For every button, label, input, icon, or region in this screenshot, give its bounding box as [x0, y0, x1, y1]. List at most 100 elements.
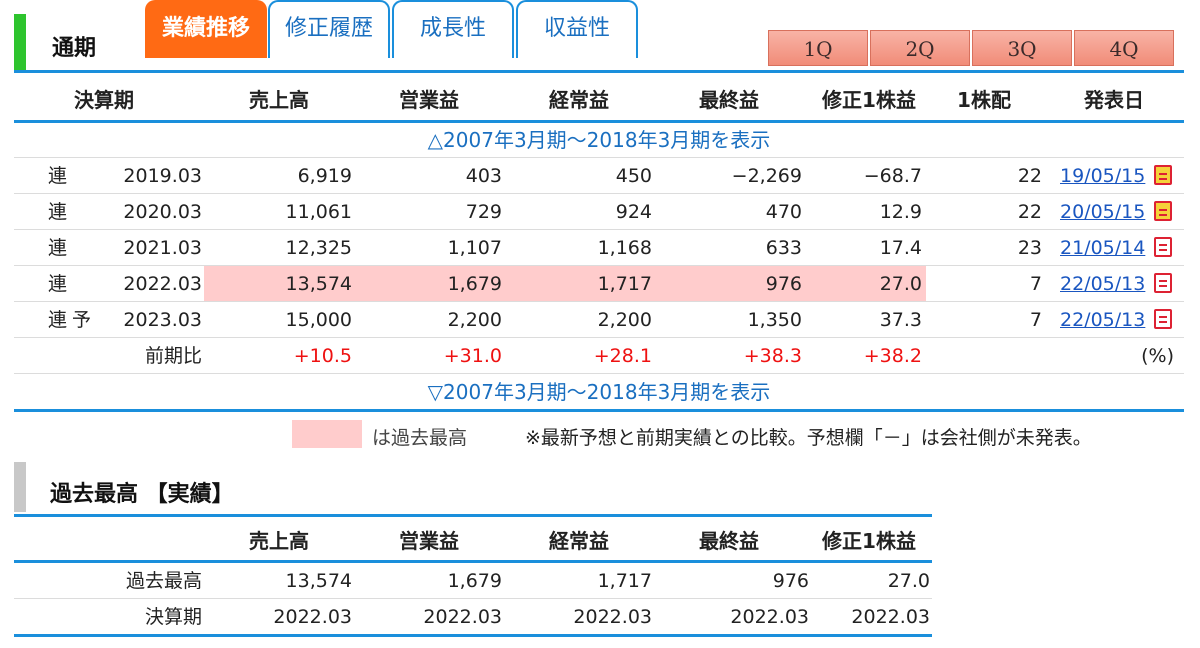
header-period: 決算期	[74, 88, 134, 112]
header-announce-date: 発表日	[1084, 88, 1144, 112]
record-top-line	[14, 514, 932, 517]
operating-profit-cell: 1,679	[447, 273, 502, 295]
consolidated-mark: 連	[48, 165, 68, 187]
expand-history-toggle-top[interactable]: △2007年3月期～2018年3月期を表示	[14, 122, 1184, 158]
record-row-label: 過去最高	[125, 570, 202, 592]
record-header-ordinary-profit: 経常益	[549, 529, 609, 553]
operating-profit-cell: 1,107	[447, 237, 502, 259]
tab-profitability[interactable]: 収益性	[516, 0, 638, 58]
record-header-eps: 修正1株益	[822, 529, 916, 553]
table-row: 決算期 2022.03 2022.03 2022.03 2022.03 2022…	[14, 599, 932, 635]
pdf-icon[interactable]	[1154, 273, 1172, 293]
record-bottom-line	[14, 634, 932, 637]
table-row: 連 2019.03 6,919 403 450 −2,269 −68.7 22 …	[14, 158, 1184, 194]
yoy-eps: +38.2	[863, 345, 922, 367]
ordinary-profit-cell: 924	[615, 201, 652, 223]
announce-date-link[interactable]: 19/05/15	[1060, 158, 1145, 193]
table-row: 連 2020.03 11,061 729 924 470 12.9 22 20/…	[14, 194, 1184, 230]
record-header-operating-profit: 営業益	[399, 529, 459, 553]
table-row: 連 2022.03 13,574 1,679 1,717 976 27.0 7 …	[14, 266, 1184, 302]
record-operating-profit: 1,679	[447, 570, 502, 592]
pdf-icon[interactable]	[1154, 237, 1172, 257]
record-net-profit-period: 2022.03	[730, 606, 809, 628]
sales-cell: 6,919	[297, 165, 352, 187]
header-net-profit: 最終益	[699, 88, 759, 112]
comparison-note: ※最新予想と前期実績との比較。予想欄「－」は会社側が未発表。	[525, 427, 1092, 449]
record-legend-label: は過去最高	[372, 427, 468, 449]
quarter-button-2q[interactable]: 2Q	[870, 30, 970, 66]
record-net-profit: 976	[772, 570, 809, 592]
period-cell: 2022.03	[123, 273, 202, 295]
quarter-button-4q[interactable]: 4Q	[1074, 30, 1174, 66]
record-operating-profit-period: 2022.03	[423, 606, 502, 628]
header-ordinary-profit: 経常益	[549, 88, 609, 112]
net-profit-cell: 976	[765, 273, 802, 295]
consolidated-mark: 連	[48, 309, 68, 331]
yoy-ordinary-profit: +28.1	[593, 345, 652, 367]
yoy-unit: (%)	[1141, 345, 1174, 367]
record-sales-period: 2022.03	[273, 606, 352, 628]
consolidated-mark: 連	[48, 201, 68, 223]
header-operating-profit: 営業益	[399, 88, 459, 112]
consolidated-mark: 連	[48, 237, 68, 259]
announcement-icon[interactable]	[1154, 201, 1172, 221]
tab-growth[interactable]: 成長性	[392, 0, 514, 58]
sales-cell: 11,061	[285, 201, 352, 223]
table-header-row: 決算期 売上高 営業益 経常益 最終益 修正1株益 1株配 発表日	[14, 82, 1184, 120]
section-marker	[14, 462, 26, 512]
yoy-operating-profit: +31.0	[443, 345, 502, 367]
net-profit-cell: 633	[765, 237, 802, 259]
expand-history-toggle-bottom[interactable]: ▽2007年3月期～2018年3月期を表示	[14, 374, 1184, 410]
tab-performance[interactable]: 業績推移	[145, 0, 267, 58]
announcement-icon[interactable]	[1154, 165, 1172, 185]
record-header-sales: 売上高	[249, 529, 309, 553]
tab-label-annual: 通期	[52, 36, 97, 61]
yoy-row: 前期比 +10.5 +31.0 +28.1 +38.3 +38.2 (%)	[14, 338, 1184, 374]
tab-revision-history[interactable]: 修正履歴	[268, 0, 390, 58]
record-header-row: 売上高 営業益 経常益 最終益 修正1株益	[14, 522, 932, 560]
header-eps: 修正1株益	[822, 88, 916, 112]
table-row: 過去最高 13,574 1,679 1,717 976 27.0	[14, 563, 932, 599]
consolidated-mark: 連	[48, 273, 68, 295]
tab-underline	[14, 70, 1184, 73]
net-profit-cell: −2,269	[731, 165, 802, 187]
header-dividend: 1株配	[957, 88, 1011, 112]
quarter-button-1q[interactable]: 1Q	[768, 30, 868, 66]
announce-date-link[interactable]: 22/05/13	[1060, 302, 1145, 337]
announce-date-link[interactable]: 20/05/15	[1060, 194, 1145, 229]
table-bottom-line	[14, 409, 1184, 412]
dividend-cell: 7	[1029, 273, 1042, 295]
record-row-label: 決算期	[144, 606, 202, 628]
record-ordinary-profit-period: 2022.03	[573, 606, 652, 628]
period-cell: 2023.03	[123, 309, 202, 331]
ordinary-profit-cell: 1,717	[597, 273, 652, 295]
ordinary-profit-cell: 2,200	[597, 309, 652, 331]
yoy-label: 前期比	[144, 345, 202, 367]
eps-cell: 12.9	[879, 201, 922, 223]
ordinary-profit-cell: 1,168	[597, 237, 652, 259]
dividend-cell: 22	[1017, 201, 1042, 223]
sales-cell: 15,000	[285, 309, 352, 331]
sales-cell: 12,325	[285, 237, 352, 259]
period-cell: 2021.03	[123, 237, 202, 259]
eps-cell: 27.0	[879, 273, 922, 295]
net-profit-cell: 1,350	[747, 309, 802, 331]
record-section-title: 過去最高 【実績】	[50, 482, 234, 507]
operating-profit-cell: 729	[465, 201, 502, 223]
table-row: 連 予 2023.03 15,000 2,200 2,200 1,350 37.…	[14, 302, 1184, 338]
pdf-icon[interactable]	[1154, 309, 1172, 329]
period-cell: 2020.03	[123, 201, 202, 223]
quarter-button-3q[interactable]: 3Q	[972, 30, 1072, 66]
record-legend-swatch	[292, 420, 362, 448]
forecast-mark: 予	[72, 309, 92, 331]
net-profit-cell: 470	[765, 201, 802, 223]
record-ordinary-profit: 1,717	[597, 570, 652, 592]
eps-cell: 37.3	[879, 309, 922, 331]
yoy-net-profit: +38.3	[743, 345, 802, 367]
announce-date-link[interactable]: 22/05/13	[1060, 266, 1145, 301]
eps-cell: 17.4	[879, 237, 922, 259]
announce-date-link[interactable]: 21/05/14	[1060, 230, 1145, 265]
header-sales: 売上高	[249, 88, 309, 112]
operating-profit-cell: 403	[465, 165, 502, 187]
period-cell: 2019.03	[123, 165, 202, 187]
